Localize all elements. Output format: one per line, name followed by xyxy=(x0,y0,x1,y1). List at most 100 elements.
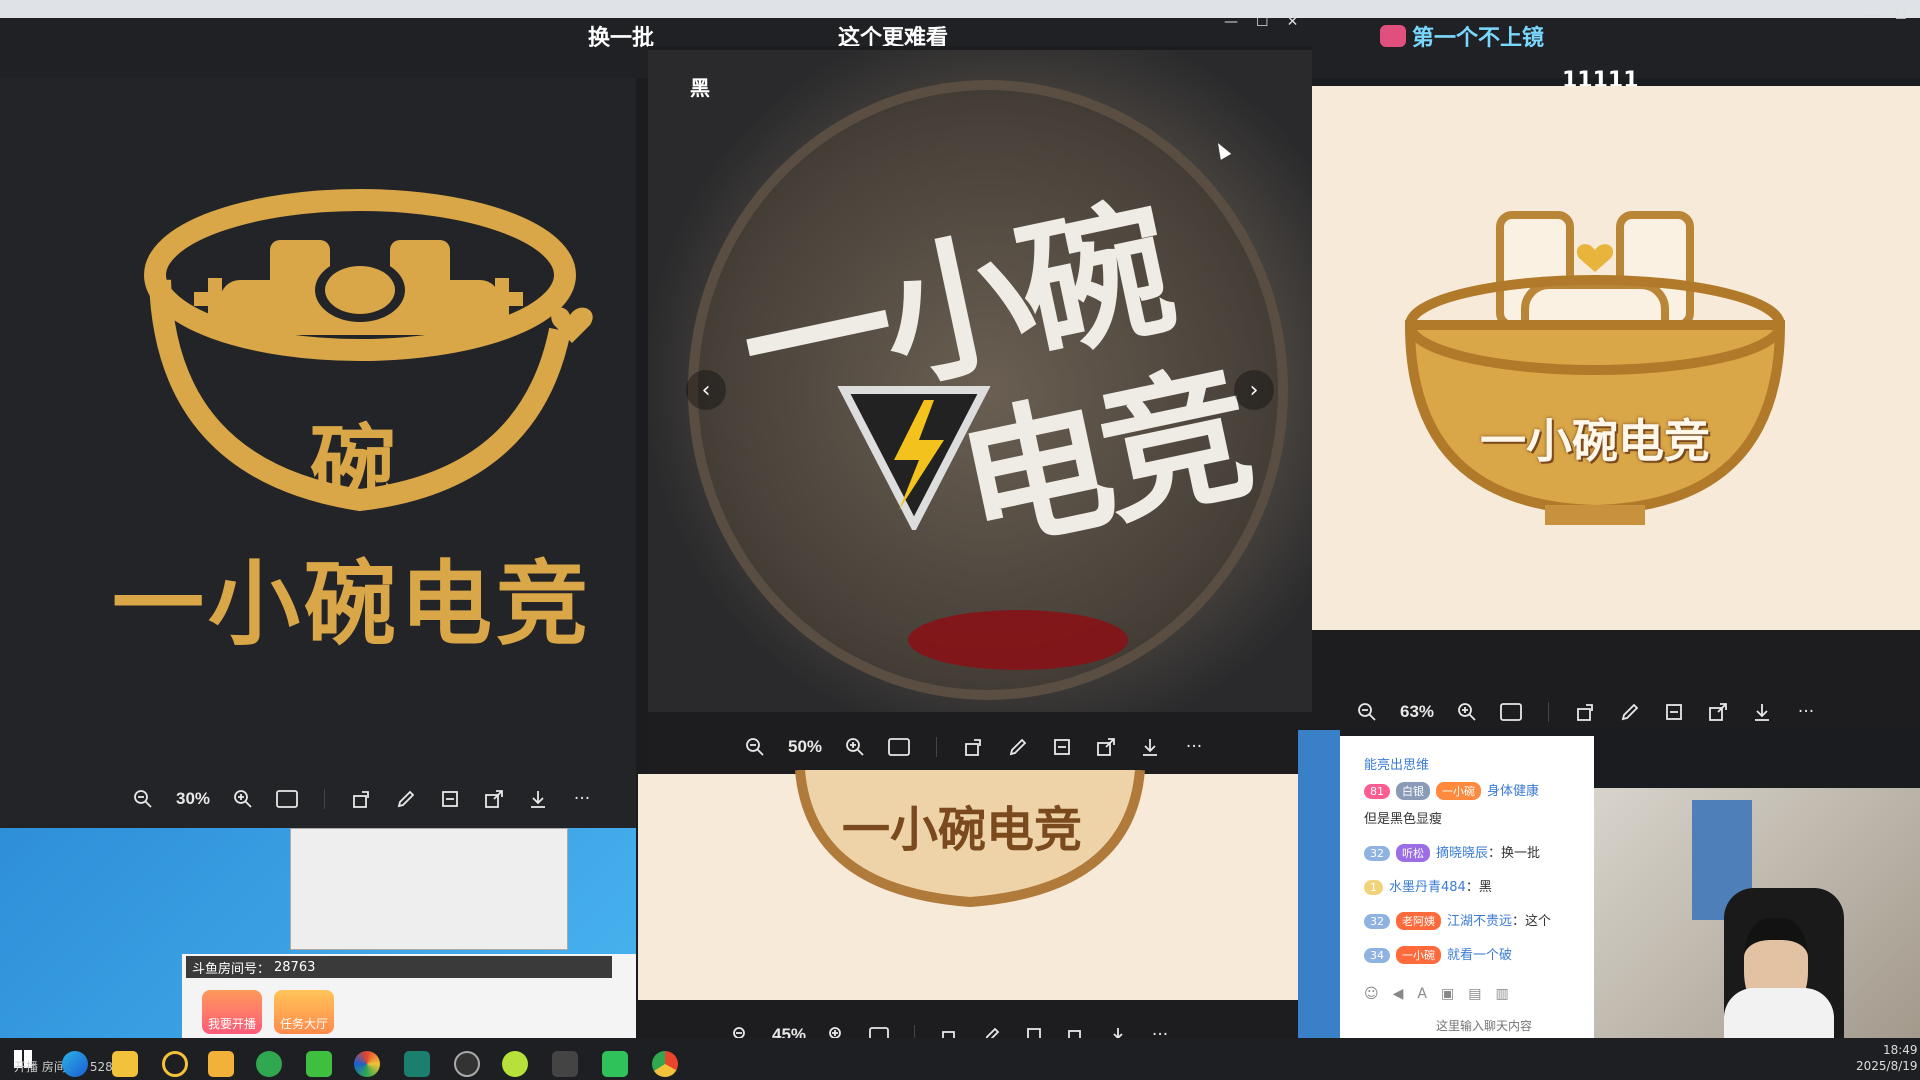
right-logo-bowl xyxy=(1404,211,1786,525)
level-badge: 34 xyxy=(1364,948,1390,963)
toolbar-divider xyxy=(324,789,326,809)
chat-text: 身体健康 xyxy=(1487,784,1540,799)
app-icon-lime[interactable] xyxy=(502,1051,528,1077)
app-icon-green-box[interactable] xyxy=(306,1051,332,1077)
file-explorer-icon[interactable] xyxy=(112,1051,138,1077)
download-icon[interactable] xyxy=(1139,736,1161,758)
wechat-icon[interactable] xyxy=(602,1051,628,1077)
download-icon[interactable] xyxy=(1751,701,1773,723)
chat-message: 81 白银 一小碗 身体健康 xyxy=(1364,780,1539,800)
font-icon[interactable]: A xyxy=(1417,986,1427,1002)
download-icon[interactable] xyxy=(527,788,549,810)
overlay-title-left: 换一批 xyxy=(588,26,655,51)
zoom-in-icon[interactable] xyxy=(1456,701,1478,723)
stream-panel: 斗鱼房间号： 28763 我要开播 任务大厅 xyxy=(182,954,636,1040)
minimize-icon[interactable]: — xyxy=(1866,8,1879,23)
toolbar-divider xyxy=(936,737,938,757)
zoom-out-icon[interactable] xyxy=(132,788,154,810)
left-logo-big-char: 碗 xyxy=(310,416,396,516)
chat-input[interactable] xyxy=(1434,1016,1588,1036)
zoom-out-icon[interactable] xyxy=(1356,701,1378,723)
gift-icon[interactable]: ▣ xyxy=(1441,986,1454,1002)
center-art-image: 一小碗 电竞 xyxy=(648,50,1312,712)
bottom-logo-text: 一小碗电竞 xyxy=(842,802,1083,858)
start-stream-button[interactable]: 我要开播 xyxy=(202,990,262,1034)
app-icon-mascot[interactable] xyxy=(208,1051,234,1077)
list-icon[interactable]: ▥ xyxy=(1495,986,1508,1002)
maximize-icon[interactable]: ☐ xyxy=(1895,8,1907,23)
level-badge: 1 xyxy=(1364,880,1383,895)
emoji-icon[interactable]: ☺ xyxy=(1364,986,1379,1002)
rotate-icon[interactable] xyxy=(351,788,373,810)
chat-username: 水墨丹青484 xyxy=(1389,880,1466,895)
edit-icon[interactable] xyxy=(395,788,417,810)
stream-room-row: 斗鱼房间号： 28763 xyxy=(186,956,612,978)
edit-icon[interactable] xyxy=(1619,701,1641,723)
center-window-controls: — ☐ ✕ xyxy=(1224,14,1298,30)
app-icon-gauge[interactable] xyxy=(454,1051,480,1077)
task-hall-button[interactable]: 任务大厅 xyxy=(274,990,334,1034)
fan-badge: 老阿姨 xyxy=(1396,912,1441,930)
share-icon[interactable] xyxy=(1095,736,1117,758)
room-label: 斗鱼房间号： xyxy=(192,961,271,977)
actual-size-icon[interactable] xyxy=(276,788,298,810)
edit-icon[interactable] xyxy=(1007,736,1029,758)
crop-icon[interactable] xyxy=(1051,736,1073,758)
chat-tools-row: ☺ ◀ A ▣ ▤ ▥ xyxy=(1364,986,1509,1002)
more-icon[interactable]: ··· xyxy=(571,788,593,810)
desktop-strip-right xyxy=(1298,730,1340,1038)
zoom-out-icon[interactable] xyxy=(744,736,766,758)
app-icon-colorful[interactable] xyxy=(354,1051,380,1077)
overlay-title-right-text: 第一个不上镜 xyxy=(1412,26,1545,51)
minimize-icon[interactable]: — xyxy=(1224,14,1238,30)
app-icon-ring[interactable] xyxy=(162,1051,188,1077)
chevron-right-icon: › xyxy=(1249,377,1259,403)
chat-message: 但是黑色显瘦 xyxy=(1364,808,1442,827)
fan-badge: 白银 xyxy=(1396,782,1430,800)
task-hall-label: 任务大厅 xyxy=(279,1017,328,1031)
close-icon[interactable]: ✕ xyxy=(1287,14,1299,30)
crop-icon[interactable] xyxy=(1663,701,1685,723)
chat-message: 1 水墨丹青484：黑 xyxy=(1364,876,1492,895)
start-stream-label: 我要开播 xyxy=(207,1017,256,1031)
right-logo-text: 一小碗电竞 xyxy=(1480,414,1710,468)
megaphone-icon[interactable]: ◀ xyxy=(1393,986,1404,1002)
toolbar-divider xyxy=(1548,702,1550,722)
zoom-level: 50% xyxy=(788,737,823,756)
zoom-level: 63% xyxy=(1400,702,1435,721)
rotate-icon[interactable] xyxy=(1575,701,1597,723)
webcam-feed xyxy=(1594,788,1920,1038)
actual-size-icon[interactable] xyxy=(1500,701,1522,723)
prev-image-button[interactable]: ‹ xyxy=(686,370,726,410)
edge-browser-icon[interactable] xyxy=(62,1051,88,1077)
left-viewer-toolbar: 30% ··· xyxy=(132,788,593,810)
overlay-title-right: 第一个不上镜 xyxy=(1380,20,1544,52)
chat-text: 换一批 xyxy=(1501,846,1541,861)
zoom-in-icon[interactable] xyxy=(232,788,254,810)
center-tag: 黑 xyxy=(690,76,710,100)
chrome-icon[interactable] xyxy=(652,1051,678,1077)
actual-size-icon[interactable] xyxy=(888,736,910,758)
zoom-in-icon[interactable] xyxy=(844,736,866,758)
card-icon[interactable]: ▤ xyxy=(1468,986,1481,1002)
fan-badge: 听松 xyxy=(1396,844,1430,862)
app-icon-circle-green[interactable] xyxy=(256,1051,282,1077)
nested-screenshot-thumbnail xyxy=(290,828,568,950)
chat-message: 34 一小碗 就看一个破 xyxy=(1364,944,1512,964)
taskbar: 开播 房间号：528993 xyxy=(0,1038,1920,1080)
taskbar-clock: 18:49 2025/8/19 xyxy=(1856,1042,1918,1074)
taskbar-time: 18:49 xyxy=(1882,1043,1918,1057)
more-icon[interactable]: ··· xyxy=(1183,736,1205,758)
qq-icon[interactable] xyxy=(552,1051,578,1077)
chat-header-line: 能亮出思维 xyxy=(1364,758,1430,773)
next-image-button[interactable]: › xyxy=(1234,370,1274,410)
maximize-icon[interactable]: ☐ xyxy=(1256,14,1269,30)
more-icon[interactable]: ··· xyxy=(1795,701,1817,723)
room-number: 28763 xyxy=(274,959,316,975)
share-icon[interactable] xyxy=(483,788,505,810)
crop-icon[interactable] xyxy=(439,788,461,810)
rotate-icon[interactable] xyxy=(963,736,985,758)
app-icon-ab[interactable] xyxy=(404,1051,430,1077)
share-icon[interactable] xyxy=(1707,701,1729,723)
chat-message: 32 老阿姨 江湖不贵远：这个 xyxy=(1364,910,1551,930)
